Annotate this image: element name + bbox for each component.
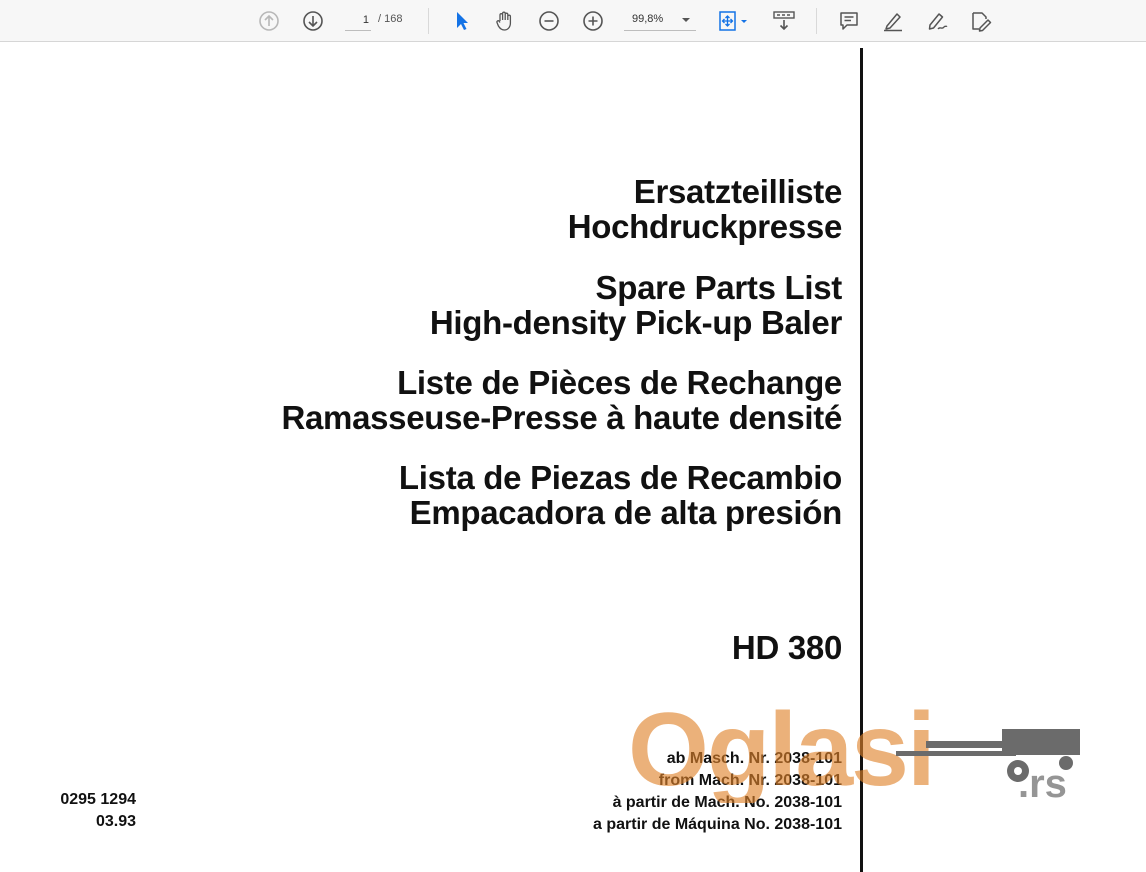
page-total: / 168: [378, 13, 403, 25]
toolbar-divider: [816, 8, 817, 34]
prev-page-button[interactable]: [255, 7, 283, 35]
title-line: High-density Pick-up Baler: [429, 304, 842, 341]
document-date: 03.93: [95, 813, 136, 830]
pdf-page: Ersatzteilliste Hochdruckpresse Spare Pa…: [0, 43, 1146, 872]
highlight-button[interactable]: [879, 7, 907, 35]
pdf-toolbar: / 168 99,8%: [0, 0, 1146, 42]
zoom-select[interactable]: 99,8%: [624, 9, 696, 31]
title-line: Ersatzteilliste: [633, 173, 843, 210]
zoom-out-icon: [539, 11, 559, 31]
title-line: Hochdruckpresse: [567, 208, 843, 245]
hand-tool-button[interactable]: [491, 7, 519, 35]
watermark-text: Oglasi: [628, 699, 934, 803]
page-number-input[interactable]: [345, 9, 371, 31]
model-name: HD 380: [731, 629, 842, 666]
title-line: Ramasseuse-Presse à haute densité: [281, 399, 842, 436]
watermark-logo: Oglasi .rs: [628, 699, 1080, 803]
title-line: Lista de Piezas de Recambio: [398, 459, 842, 496]
title-line: Spare Parts List: [595, 269, 843, 306]
draw-icon: [928, 13, 948, 30]
draw-button[interactable]: [923, 7, 951, 35]
fit-page-button[interactable]: [716, 7, 752, 35]
fit-page-icon: [719, 11, 747, 31]
zoom-out-button[interactable]: [535, 7, 563, 35]
title-french: Liste de Pièces de Rechange Ramasseuse-P…: [82, 365, 842, 435]
document-number: 0295 1294: [60, 791, 136, 808]
document-number-block: 0295 1294 03.93: [44, 789, 136, 833]
scroll-mode-icon: [773, 11, 795, 31]
title-line: Liste de Pièces de Rechange: [397, 364, 842, 401]
title-german: Ersatzteilliste Hochdruckpresse: [82, 173, 843, 245]
zoom-in-button[interactable]: [579, 7, 607, 35]
select-tool-button[interactable]: [447, 7, 475, 35]
fill-sign-icon: [972, 12, 992, 32]
title-english: Spare Parts List High-density Pick-up Ba…: [82, 270, 842, 340]
comment-button[interactable]: [835, 7, 863, 35]
next-page-button[interactable]: [299, 7, 327, 35]
scroll-mode-button[interactable]: [770, 7, 798, 35]
highlight-icon: [884, 13, 902, 32]
prev-page-icon: [259, 11, 279, 31]
zoom-in-icon: [583, 11, 603, 31]
select-cursor-icon: [457, 12, 468, 30]
hand-tool-icon: [496, 11, 512, 31]
comment-icon: [840, 12, 858, 30]
next-page-icon: [303, 11, 323, 31]
title-line: Empacadora de alta presión: [409, 494, 843, 531]
toolbar-divider: [428, 8, 429, 34]
machine-number-line: a partir de Máquina No. 2038-101: [593, 816, 842, 833]
title-spanish: Lista de Piezas de Recambio Empacadora d…: [82, 460, 842, 530]
fill-sign-button[interactable]: [967, 7, 995, 35]
zoom-value: 99,8%: [632, 13, 664, 25]
chevron-down-icon: [682, 18, 690, 22]
